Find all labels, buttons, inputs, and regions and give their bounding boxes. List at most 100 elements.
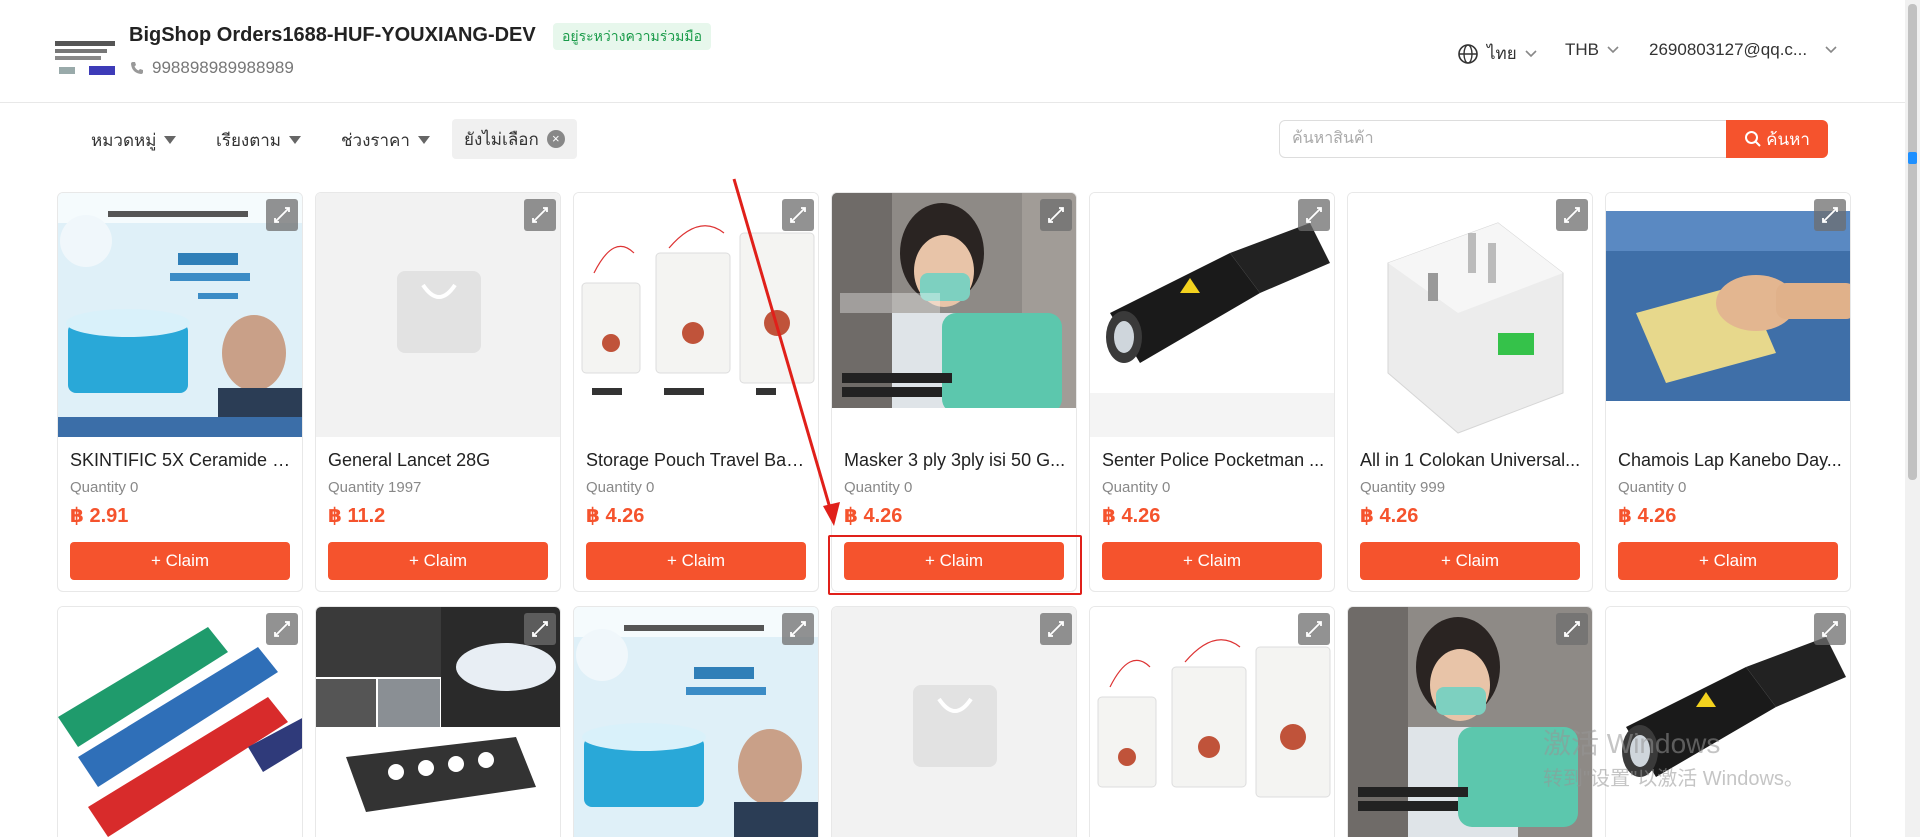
product-card[interactable]: [57, 606, 303, 837]
search-button[interactable]: ค้นหา: [1726, 120, 1828, 158]
product-price: ฿ 4.26: [1102, 505, 1161, 527]
product-image-flashlight: [1090, 193, 1334, 437]
sort-filter-label: เรียงตาม: [216, 130, 281, 150]
selected-filter-label: ยังไม่เลือก: [464, 129, 539, 149]
product-card[interactable]: Storage Pouch Travel Bag... Quantity 0 ฿…: [573, 192, 819, 592]
product-quantity: Quantity 0: [1102, 479, 1171, 496]
expand-icon[interactable]: [782, 199, 814, 231]
claim-button[interactable]: + Claim: [1360, 542, 1580, 580]
product-image-utility-knives: [58, 607, 302, 837]
expand-icon[interactable]: [524, 199, 556, 231]
product-card[interactable]: [573, 606, 819, 837]
product-price: ฿ 4.26: [1360, 505, 1419, 527]
product-image-skincare: [574, 607, 818, 837]
product-card[interactable]: [831, 606, 1077, 837]
scrollbar-thumb[interactable]: [1908, 4, 1917, 480]
price-range-filter[interactable]: ช่วงราคา: [341, 121, 430, 159]
category-filter-label: หมวดหมู่: [91, 130, 157, 150]
expand-icon[interactable]: [1040, 199, 1072, 231]
globe-icon: [1458, 43, 1478, 64]
product-image-storage-pouch: [574, 193, 818, 437]
account-label: 2690803127@qq.c...: [1649, 40, 1808, 59]
claim-button[interactable]: + Claim: [586, 542, 806, 580]
product-card[interactable]: [1089, 606, 1335, 837]
product-quantity: Quantity 0: [844, 479, 913, 496]
expand-icon[interactable]: [1556, 199, 1588, 231]
search-icon: [1745, 131, 1761, 147]
selected-filter-chip: ยังไม่เลือก ×: [452, 119, 577, 159]
caret-down-icon: [289, 136, 301, 144]
product-title[interactable]: General Lancet 28G: [328, 450, 552, 471]
product-card[interactable]: General Lancet 28G Quantity 1997 ฿ 11.2 …: [315, 192, 561, 592]
product-title[interactable]: All in 1 Colokan Universal...: [1360, 450, 1584, 471]
expand-icon[interactable]: [1556, 613, 1588, 645]
product-image-storage-pouch: [1090, 607, 1334, 837]
shop-name: BigShop Orders1688-HUF-YOUXIANG-DEV: [129, 24, 536, 46]
category-filter[interactable]: หมวดหมู่: [91, 121, 177, 159]
product-quantity: Quantity 0: [586, 479, 655, 496]
claim-button[interactable]: + Claim: [844, 542, 1064, 580]
product-image-placeholder: [316, 193, 560, 437]
expand-icon[interactable]: [266, 199, 298, 231]
product-image-face-mask: [832, 193, 1076, 437]
product-title[interactable]: Storage Pouch Travel Bag...: [586, 450, 810, 471]
close-icon[interactable]: ×: [546, 130, 565, 148]
currency-label: THB: [1565, 40, 1599, 59]
claim-button[interactable]: + Claim: [70, 542, 290, 580]
product-image-placeholder: [832, 607, 1076, 837]
scrollbar-marker: [1908, 152, 1917, 164]
claim-button[interactable]: + Claim: [1618, 542, 1838, 580]
expand-icon[interactable]: [1298, 199, 1330, 231]
product-card[interactable]: SKINTIFIC 5X Ceramide B... Quantity 0 ฿ …: [57, 192, 303, 592]
expand-icon[interactable]: [1040, 613, 1072, 645]
search-input[interactable]: [1279, 120, 1727, 158]
product-price: ฿ 4.26: [586, 505, 645, 527]
claim-button[interactable]: + Claim: [1102, 542, 1322, 580]
product-price: ฿ 4.26: [844, 505, 903, 527]
product-image-chamois-cloth: [1606, 193, 1850, 437]
caret-down-icon: [417, 136, 430, 144]
expand-icon[interactable]: [1298, 613, 1330, 645]
product-image-car-led-lights: [316, 607, 560, 837]
expand-icon[interactable]: [782, 613, 814, 645]
account-menu[interactable]: 2690803127@qq.c...: [1649, 40, 1837, 60]
language-selector[interactable]: ไทย: [1457, 40, 1537, 67]
phone-number: 998898989988989: [152, 58, 294, 77]
search-button-label: ค้นหา: [1766, 129, 1810, 149]
expand-icon[interactable]: [524, 613, 556, 645]
language-label: ไทย: [1487, 44, 1517, 63]
windows-activation-watermark: 激活 Windows: [1543, 728, 1721, 759]
product-card[interactable]: All in 1 Colokan Universal... Quantity 9…: [1347, 192, 1593, 592]
chevron-down-icon: [1825, 46, 1837, 54]
product-quantity: Quantity 0: [1618, 479, 1687, 496]
price-range-filter-label: ช่วงราคา: [341, 130, 410, 150]
product-card[interactable]: Senter Police Pocketman ... Quantity 0 ฿…: [1089, 192, 1335, 592]
page-scrollbar[interactable]: [1905, 0, 1920, 837]
claim-button[interactable]: + Claim: [328, 542, 548, 580]
shopping-bag-icon: [913, 685, 997, 767]
caret-down-icon: [164, 136, 177, 144]
product-card[interactable]: Chamois Lap Kanebo Day... Quantity 0 ฿ 4…: [1605, 192, 1851, 592]
currency-selector[interactable]: THB: [1565, 40, 1619, 60]
shop-logo: [55, 37, 117, 83]
expand-icon[interactable]: [266, 613, 298, 645]
product-price: ฿ 4.26: [1618, 505, 1677, 527]
sort-filter[interactable]: เรียงตาม: [216, 121, 301, 159]
product-quantity: Quantity 1997: [328, 479, 422, 496]
product-title[interactable]: Masker 3 ply 3ply isi 50 G...: [844, 450, 1068, 471]
expand-icon[interactable]: [1814, 199, 1846, 231]
product-quantity: Quantity 0: [70, 479, 139, 496]
product-image-travel-adapter: [1348, 193, 1592, 437]
product-title[interactable]: Senter Police Pocketman ...: [1102, 450, 1326, 471]
product-title[interactable]: Chamois Lap Kanebo Day...: [1618, 450, 1842, 471]
phone-icon: [131, 62, 143, 74]
product-card[interactable]: [315, 606, 561, 837]
product-card[interactable]: Masker 3 ply 3ply isi 50 G... Quantity 0…: [831, 192, 1077, 592]
product-price: ฿ 2.91: [70, 505, 129, 527]
product-quantity: Quantity 999: [1360, 479, 1446, 496]
product-title[interactable]: SKINTIFIC 5X Ceramide B...: [70, 450, 294, 471]
chevron-down-icon: [1525, 49, 1537, 57]
shop-header: BigShop Orders1688-HUF-YOUXIANG-DEV อยู่…: [0, 0, 1905, 103]
expand-icon[interactable]: [1814, 613, 1846, 645]
product-image-skincare: [58, 193, 302, 437]
